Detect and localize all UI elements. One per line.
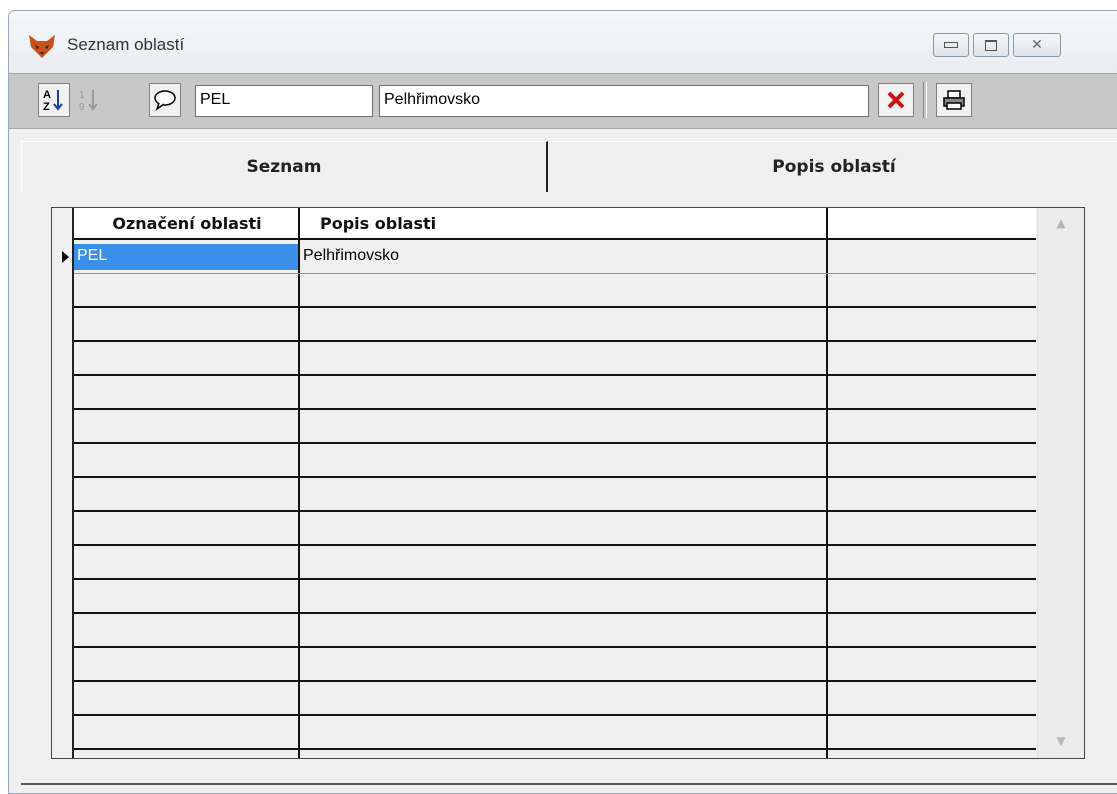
table-row[interactable] (74, 682, 1036, 716)
current-row-pointer-icon (62, 251, 69, 263)
restore-button[interactable] (973, 33, 1009, 57)
table-row[interactable] (74, 376, 1036, 410)
restore-icon (985, 39, 997, 51)
row-divider (74, 748, 1036, 750)
sort-az-icon: A Z (43, 89, 63, 113)
sort-numeric-button[interactable]: 1 9 (73, 83, 105, 117)
svg-text:1: 1 (79, 90, 85, 101)
svg-text:9: 9 (79, 102, 85, 113)
table-row[interactable] (74, 512, 1036, 546)
table-row[interactable] (74, 342, 1036, 376)
svg-text:Z: Z (43, 101, 50, 113)
row-indicator-column (52, 208, 74, 758)
table-row[interactable] (74, 614, 1036, 648)
cell-description[interactable]: Pelhřimovsko (300, 244, 824, 270)
table-row[interactable] (74, 580, 1036, 614)
vertical-scrollbar[interactable]: ▲ ▼ (1037, 208, 1084, 758)
svg-text:A: A (43, 89, 51, 101)
tab-seznam-label: Seznam (246, 157, 322, 177)
sort-19-icon: 1 9 (79, 90, 98, 113)
cell-code[interactable]: PEL (74, 244, 298, 270)
column-header-popis-label: Popis oblasti (320, 213, 437, 233)
table-row[interactable] (74, 444, 1036, 478)
comment-button[interactable] (149, 83, 181, 117)
title-bar: Seznam oblastí ✕ (9, 11, 1117, 73)
table-row[interactable] (74, 410, 1036, 444)
column-header-popis[interactable]: Popis oblasti (300, 208, 826, 240)
toolbar: A Z 1 9 PEL Pelhřimovsko (9, 73, 1117, 129)
scroll-up-icon[interactable]: ▲ (1050, 212, 1072, 234)
description-input[interactable]: Pelhřimovsko (379, 85, 869, 117)
scroll-down-icon[interactable]: ▼ (1050, 730, 1072, 752)
table-row[interactable] (74, 274, 1036, 308)
window-title: Seznam oblastí (67, 35, 185, 54)
tab-seznam[interactable]: Seznam (21, 141, 548, 192)
column-header-empty[interactable] (828, 208, 1036, 240)
column-header-oznaceni-label: Označení oblasti (112, 213, 262, 233)
minimize-icon (944, 42, 958, 48)
table-row[interactable] (74, 546, 1036, 580)
table-row[interactable] (74, 308, 1036, 342)
minimize-button[interactable] (933, 33, 969, 57)
sort-alpha-button[interactable]: A Z (38, 83, 70, 117)
areas-grid: Označení oblasti Popis oblasti PEL Pelhři… (51, 207, 1085, 759)
tab-popis-oblasti[interactable]: Popis oblastí (549, 141, 1117, 192)
tab-popis-oblasti-label: Popis oblastí (772, 157, 896, 177)
print-button[interactable] (936, 83, 972, 117)
speech-bubble-icon (154, 90, 176, 111)
red-x-icon (887, 91, 905, 109)
close-window-button[interactable]: ✕ (1013, 33, 1061, 57)
table-row[interactable] (74, 478, 1036, 512)
bottom-divider (21, 783, 1117, 785)
tab-strip: Seznam Popis oblastí (21, 141, 1117, 192)
table-row[interactable] (74, 648, 1036, 682)
fox-app-icon (29, 35, 55, 58)
app-window: Seznam oblastí ✕ A Z 1 9 PEL Pelhřimovsk… (8, 10, 1117, 794)
close-icon: ✕ (1031, 37, 1043, 53)
table-row[interactable]: PEL Pelhřimovsko (74, 240, 1036, 274)
column-header-oznaceni[interactable]: Označení oblasti (74, 208, 300, 240)
code-input[interactable]: PEL (195, 85, 373, 117)
printer-icon (943, 90, 965, 110)
toolbar-separator (923, 82, 927, 118)
clear-button[interactable] (878, 83, 914, 117)
table-row[interactable] (74, 716, 1036, 750)
